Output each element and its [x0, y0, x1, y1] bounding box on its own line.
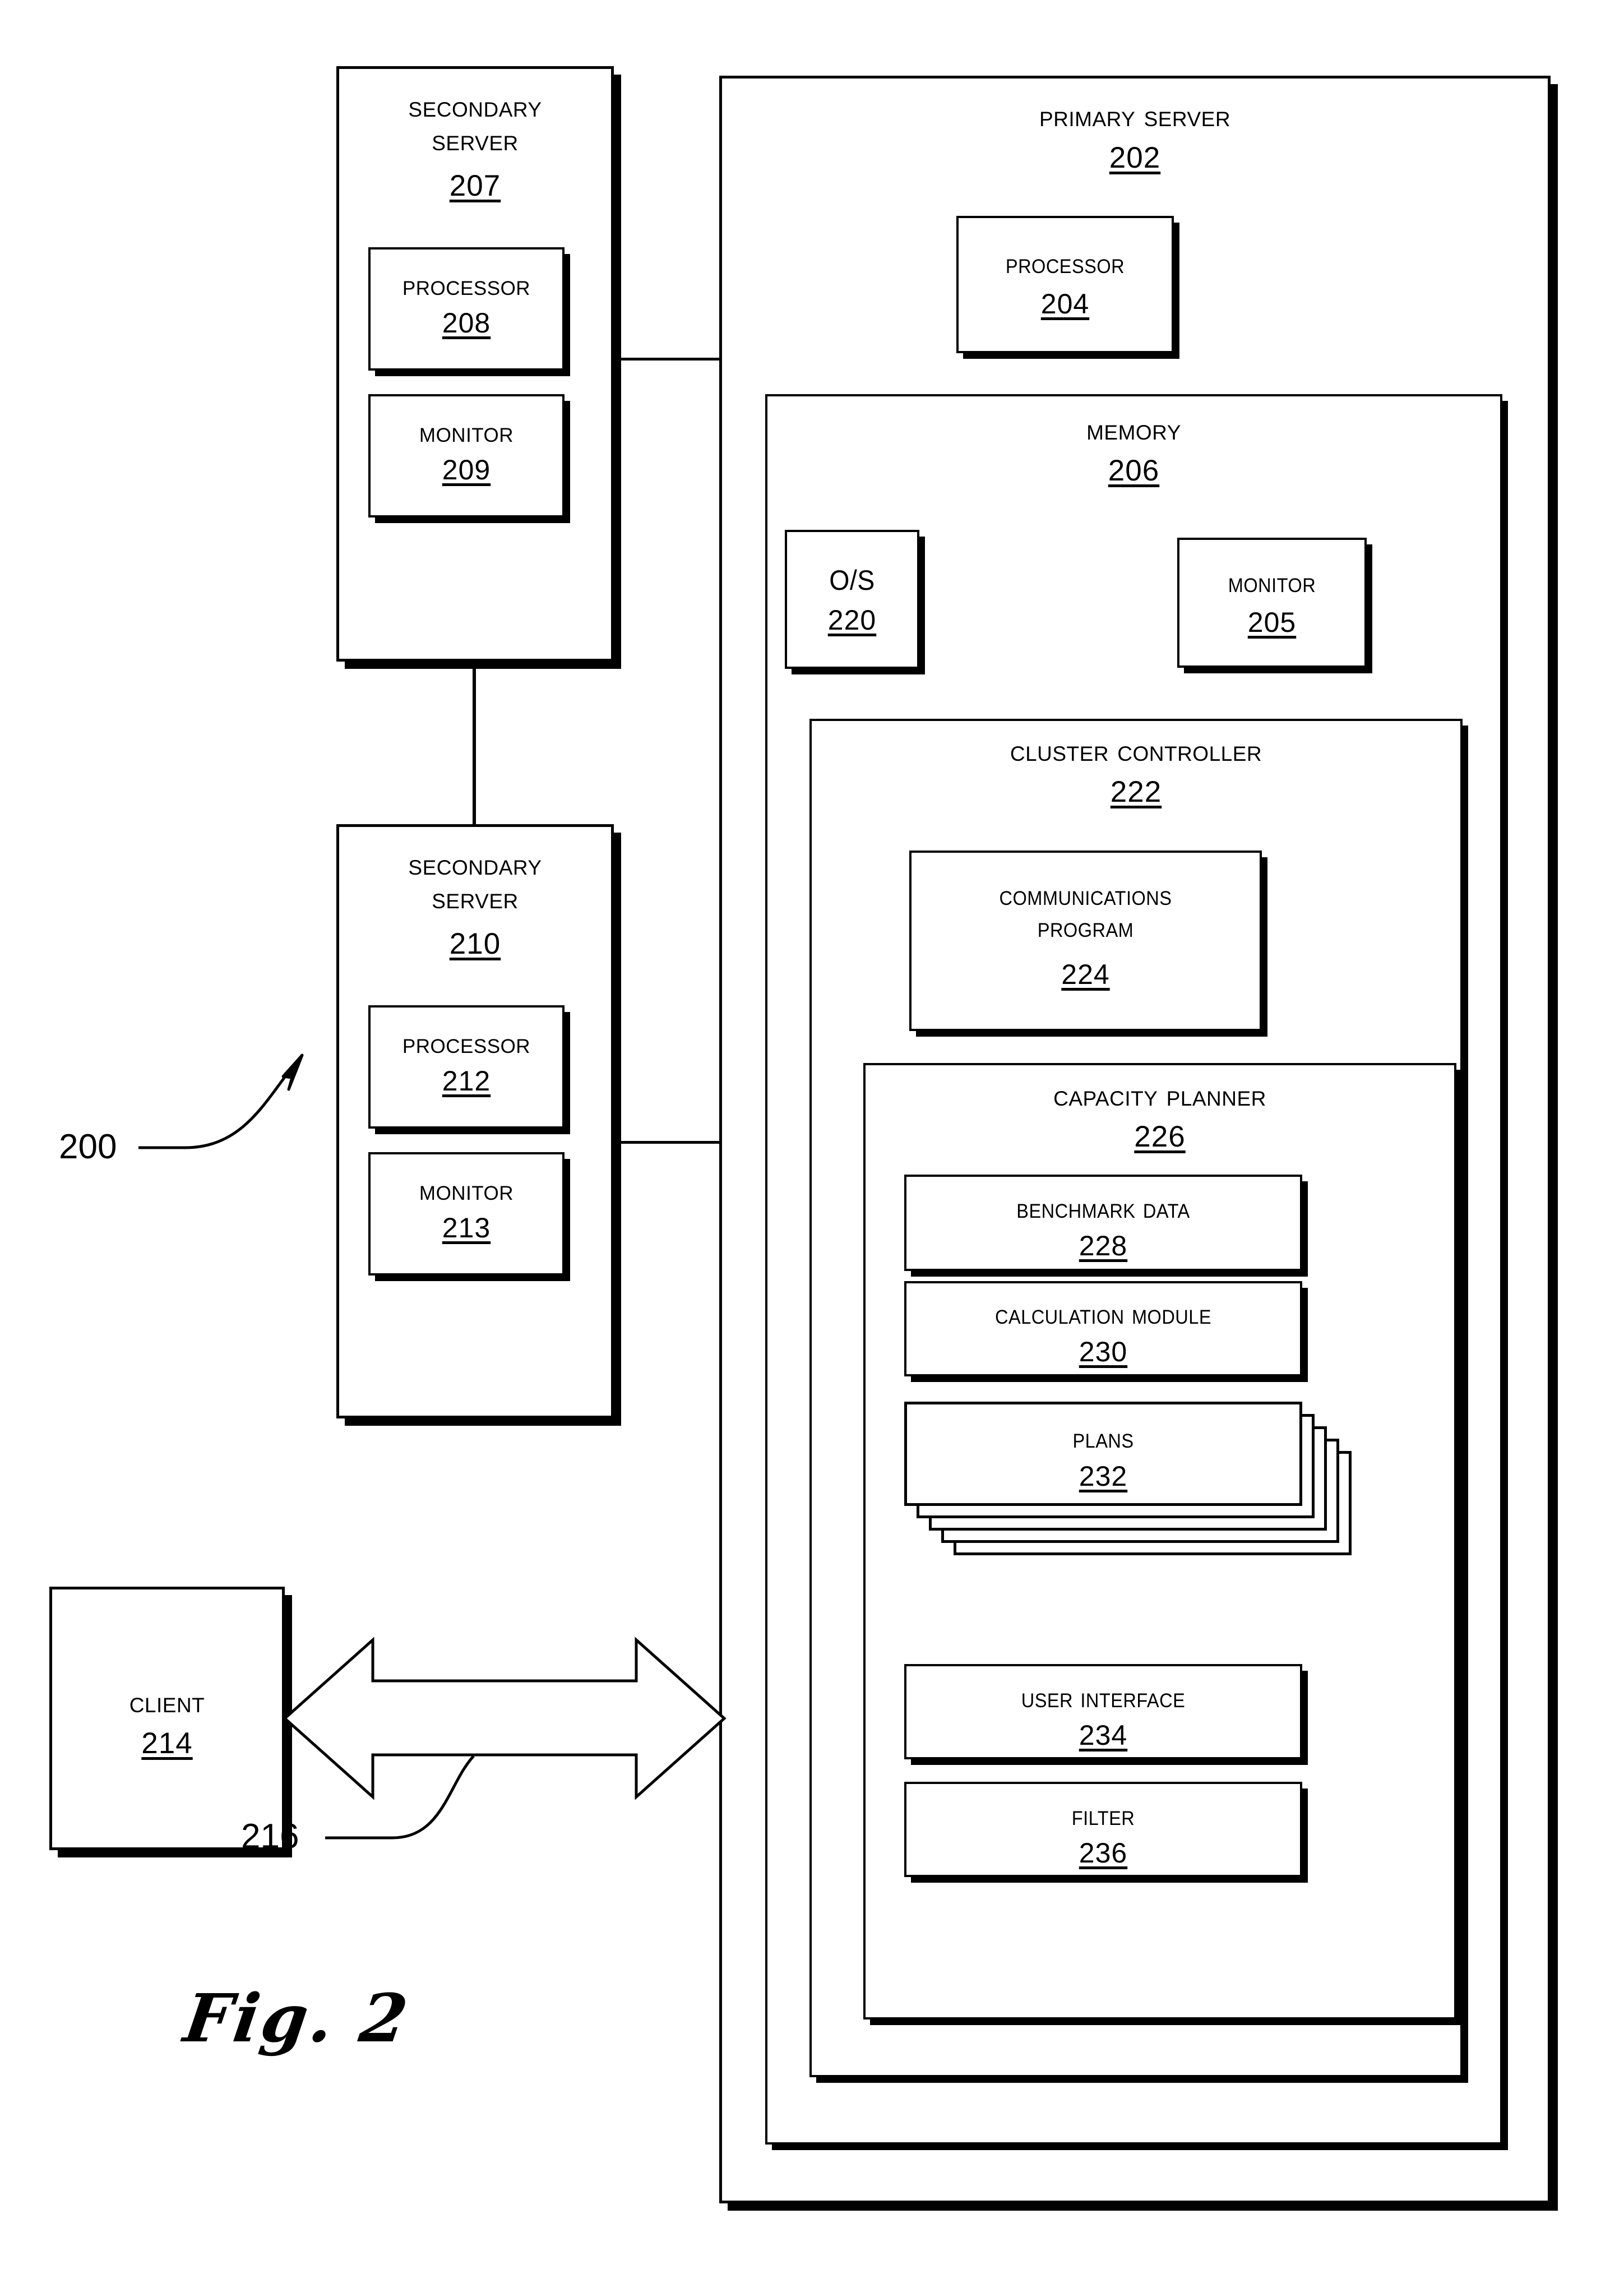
os-220[interactable]: O/S 220 — [785, 530, 919, 669]
processor-212-title: Processor — [402, 1028, 531, 1059]
processor-208[interactable]: Processor 208 — [368, 247, 565, 371]
monitor-209[interactable]: Monitor 209 — [368, 394, 565, 517]
secondary-server-210-title: Secondary Server — [408, 848, 542, 916]
calculation-module-230-ref: 230 — [1079, 1336, 1128, 1367]
reference-label-200: 200 — [59, 1127, 117, 1166]
capacity-planner-226[interactable]: Capacity Planner 226 Benchmark Data 228 … — [863, 1063, 1456, 2019]
memory-206-ref: 206 — [1108, 454, 1160, 487]
plans-232-ref: 232 — [1079, 1461, 1128, 1492]
cluster-controller-222-title: Cluster Controller — [1010, 734, 1262, 768]
client-214-title: Client — [129, 1686, 205, 1719]
figure-caption: Fig. 2 — [179, 1979, 415, 2057]
leader-line-200 — [138, 1067, 293, 1149]
user-interface-234[interactable]: User Interface 234 — [904, 1664, 1302, 1759]
calculation-module-230[interactable]: Calculation Module 230 — [904, 1281, 1302, 1376]
client-214[interactable]: Client 214 — [49, 1587, 285, 1850]
connector-secondary207-to-secondary210 — [473, 662, 476, 824]
primary-server-202[interactable]: Primary Server 202 Processor 204 Memory … — [719, 76, 1551, 2203]
processor-204-title: Processor — [1005, 248, 1125, 279]
benchmark-data-228-ref: 228 — [1079, 1230, 1128, 1261]
leader-line-216 — [325, 1755, 475, 1840]
plans-232-stack[interactable]: Plans 232 — [904, 1402, 1353, 1581]
filter-236-ref: 236 — [1079, 1837, 1128, 1869]
monitor-209-ref: 209 — [442, 454, 491, 486]
memory-206[interactable]: Memory 206 O/S 220 Monitor 205 Cluster C… — [765, 394, 1502, 2145]
cluster-controller-222[interactable]: Cluster Controller 222 Communications Pr… — [809, 719, 1463, 2077]
processor-212[interactable]: Processor 212 — [368, 1005, 565, 1129]
monitor-213-title: Monitor — [419, 1175, 514, 1206]
monitor-205[interactable]: Monitor 205 — [1177, 538, 1367, 668]
user-interface-234-ref: 234 — [1079, 1720, 1128, 1751]
benchmark-data-228[interactable]: Benchmark Data 228 — [904, 1175, 1302, 1271]
memory-206-title: Memory — [1086, 413, 1181, 446]
filter-236-title: Filter — [1071, 1800, 1135, 1831]
communications-program-224-title: Communications Program — [999, 880, 1172, 943]
plans-card-front[interactable]: Plans 232 — [904, 1402, 1302, 1506]
leader-arrowhead-200 — [281, 1053, 304, 1091]
secondary-server-207[interactable]: Secondary Server 207 Processor 208 Monit… — [336, 66, 614, 662]
monitor-209-title: Monitor — [419, 417, 514, 448]
filter-236[interactable]: Filter 236 — [904, 1782, 1302, 1877]
connector-secondary207-to-primary — [611, 358, 729, 361]
patent-figure-2: Secondary Server 207 Processor 208 Monit… — [0, 0, 1624, 2283]
calculation-module-230-title: Calculation Module — [994, 1298, 1212, 1330]
primary-server-202-title: Primary Server — [1039, 100, 1231, 133]
monitor-213[interactable]: Monitor 213 — [368, 1152, 565, 1275]
primary-server-202-ref: 202 — [1109, 141, 1161, 174]
processor-204-ref: 204 — [1040, 288, 1090, 320]
os-220-ref: 220 — [827, 604, 877, 636]
communications-program-224[interactable]: Communications Program 224 — [909, 851, 1262, 1031]
reference-label-216: 216 — [241, 1817, 299, 1856]
processor-204[interactable]: Processor 204 — [956, 216, 1174, 353]
secondary-server-207-title: Secondary Server — [408, 90, 542, 158]
processor-208-title: Processor — [402, 270, 531, 301]
benchmark-data-228-title: Benchmark Data — [1016, 1193, 1190, 1224]
communications-program-224-ref: 224 — [1061, 959, 1110, 990]
monitor-205-title: Monitor — [1228, 567, 1316, 598]
cluster-controller-222-ref: 222 — [1110, 775, 1162, 808]
client-214-ref: 214 — [141, 1727, 193, 1760]
user-interface-234-title: User Interface — [1021, 1682, 1186, 1713]
capacity-planner-226-ref: 226 — [1134, 1120, 1186, 1153]
capacity-planner-226-title: Capacity Planner — [1053, 1079, 1266, 1112]
connector-secondary210-to-primary — [611, 1141, 729, 1144]
secondary-server-210-ref: 210 — [449, 927, 501, 960]
processor-208-ref: 208 — [442, 307, 491, 339]
plans-232-title: Plans — [1072, 1422, 1134, 1454]
monitor-213-ref: 213 — [442, 1212, 491, 1244]
os-220-title: O/S — [829, 565, 875, 596]
secondary-server-207-ref: 207 — [449, 169, 501, 202]
processor-212-ref: 212 — [442, 1065, 491, 1097]
secondary-server-210[interactable]: Secondary Server 210 Processor 212 Monit… — [336, 824, 614, 1418]
monitor-205-ref: 205 — [1247, 607, 1297, 638]
bidirectional-arrow-216 — [283, 1637, 727, 1800]
